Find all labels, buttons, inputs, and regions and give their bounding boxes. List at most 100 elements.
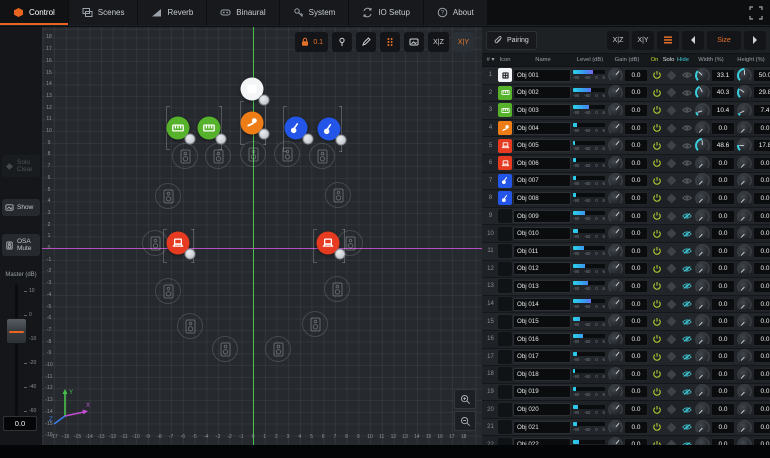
hide-button[interactable]	[679, 123, 694, 133]
width-value[interactable]: 0.0	[711, 210, 735, 223]
solo-button[interactable]	[664, 230, 679, 237]
height-knob[interactable]	[737, 367, 752, 382]
object-handle[interactable]	[335, 249, 346, 260]
object-name-field[interactable]: Obj 007	[513, 174, 571, 187]
gain-value[interactable]: 0.0	[624, 368, 648, 381]
object-icon-cell[interactable]	[497, 191, 513, 205]
on-button[interactable]	[649, 211, 664, 221]
gain-value[interactable]: 0.0	[624, 333, 648, 346]
height-value[interactable]: 0.0	[753, 333, 770, 346]
gain-knob[interactable]	[608, 226, 623, 241]
solo-button[interactable]	[664, 406, 679, 413]
object-name-field[interactable]: Obj 003	[513, 104, 571, 117]
hide-button[interactable]	[679, 88, 694, 98]
solo-button[interactable]	[664, 336, 679, 343]
height-value[interactable]: 0.0	[753, 210, 770, 223]
on-button[interactable]	[649, 105, 664, 115]
height-value[interactable]: 0.0	[753, 385, 770, 398]
object-icon-cell[interactable]	[497, 385, 513, 399]
on-button[interactable]	[649, 193, 664, 203]
width-value[interactable]: 0.0	[711, 157, 735, 170]
snap-lock-button[interactable]: 0.1	[295, 32, 328, 52]
view-xz-button[interactable]: X|Z	[428, 32, 449, 52]
hide-button[interactable]	[679, 176, 694, 186]
on-button[interactable]	[649, 70, 664, 80]
zoom-in-button[interactable]	[454, 389, 476, 409]
width-knob[interactable]	[695, 314, 710, 329]
stage-object-obj-007[interactable]	[285, 117, 308, 140]
gain-value[interactable]: 0.0	[624, 350, 648, 363]
gain-value[interactable]: 0.0	[624, 69, 648, 82]
height-knob[interactable]	[737, 279, 752, 294]
width-value[interactable]: 0.0	[711, 262, 735, 275]
height-knob[interactable]	[737, 226, 752, 241]
solo-button[interactable]	[664, 388, 679, 395]
gain-knob[interactable]	[608, 85, 623, 100]
gain-value[interactable]: 0.0	[624, 385, 648, 398]
width-knob[interactable]	[695, 420, 710, 435]
height-knob[interactable]	[737, 297, 752, 312]
object-icon-cell[interactable]	[497, 262, 513, 276]
hide-button[interactable]	[679, 299, 694, 309]
object-icon-cell[interactable]	[497, 279, 513, 293]
width-knob[interactable]	[695, 297, 710, 312]
hide-button[interactable]	[679, 193, 694, 203]
height-value[interactable]: 7.4	[753, 104, 770, 117]
object-name-field[interactable]: Obj 012	[513, 262, 571, 275]
object-icon-cell[interactable]	[497, 297, 513, 311]
object-handle[interactable]	[259, 129, 270, 140]
object-name-field[interactable]: Obj 015	[513, 315, 571, 328]
stage-object-obj-006[interactable]	[317, 232, 340, 255]
object-name-field[interactable]: Obj 021	[513, 421, 571, 434]
gain-knob[interactable]	[608, 68, 623, 83]
object-name-field[interactable]: Obj 019	[513, 385, 571, 398]
gain-knob[interactable]	[608, 261, 623, 276]
pairing-button[interactable]: Pairing	[486, 31, 537, 50]
width-value[interactable]: 0.0	[711, 174, 735, 187]
hide-button[interactable]	[679, 229, 694, 239]
height-value[interactable]: 0.0	[753, 438, 770, 445]
gain-knob[interactable]	[608, 191, 623, 206]
column-header-[interactable]: # ▾	[484, 57, 497, 63]
stage-object-obj-008[interactable]	[318, 118, 341, 141]
object-icon-cell[interactable]	[497, 156, 513, 170]
height-knob[interactable]	[737, 261, 752, 276]
height-knob[interactable]	[737, 121, 752, 136]
height-value[interactable]: 50.0	[753, 69, 770, 82]
gain-value[interactable]: 0.0	[624, 86, 648, 99]
object-name-field[interactable]: Obj 004	[513, 122, 571, 135]
gain-knob[interactable]	[608, 138, 623, 153]
gain-value[interactable]: 0.0	[624, 421, 648, 434]
object-name-field[interactable]: Obj 016	[513, 333, 571, 346]
on-button[interactable]	[649, 387, 664, 397]
object-handle[interactable]	[185, 249, 196, 260]
width-value[interactable]: 10.4	[711, 104, 735, 117]
height-knob[interactable]	[737, 191, 752, 206]
height-knob[interactable]	[737, 103, 752, 118]
height-value[interactable]: 0.0	[753, 403, 770, 416]
width-knob[interactable]	[695, 173, 710, 188]
panel-view-xz-button[interactable]: X|Z	[607, 31, 629, 50]
object-name-field[interactable]: Obj 005	[513, 139, 571, 152]
stage-object-obj-003[interactable]	[198, 117, 221, 140]
gain-value[interactable]: 0.0	[624, 104, 648, 117]
on-button[interactable]	[649, 123, 664, 133]
gain-value[interactable]: 0.0	[624, 157, 648, 170]
hide-button[interactable]	[679, 405, 694, 415]
height-knob[interactable]	[737, 332, 752, 347]
width-knob[interactable]	[695, 244, 710, 259]
solo-button[interactable]	[664, 353, 679, 360]
on-button[interactable]	[649, 317, 664, 327]
width-value[interactable]: 40.3	[711, 86, 735, 99]
object-handle[interactable]	[259, 95, 270, 106]
on-button[interactable]	[649, 334, 664, 344]
object-name-field[interactable]: Obj 001	[513, 69, 571, 82]
solo-button[interactable]	[664, 301, 679, 308]
width-knob[interactable]	[695, 349, 710, 364]
on-button[interactable]	[649, 88, 664, 98]
on-button[interactable]	[649, 299, 664, 309]
width-knob[interactable]	[695, 402, 710, 417]
tab-reverb[interactable]: Reverb	[138, 0, 207, 25]
width-knob[interactable]	[695, 138, 710, 153]
object-handle[interactable]	[185, 134, 196, 145]
